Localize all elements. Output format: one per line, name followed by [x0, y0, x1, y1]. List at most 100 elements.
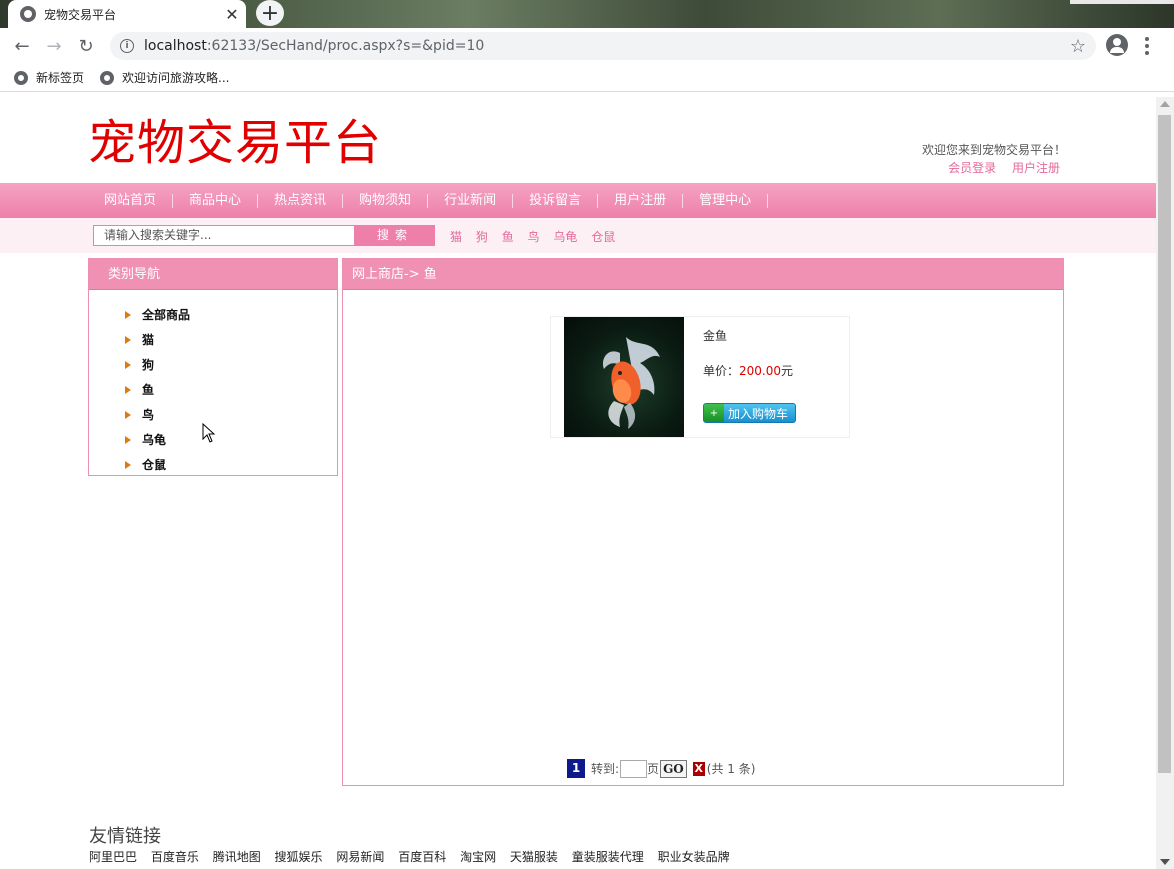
shop-panel-title: 网上商店-> 鱼 — [343, 259, 1063, 290]
price-value: 200.00 — [739, 364, 782, 378]
arrow-right-icon — [125, 460, 131, 469]
friend-link[interactable]: 天猫服装 — [510, 850, 558, 864]
arrow-right-icon — [125, 385, 131, 394]
category-label: 猫 — [142, 333, 155, 347]
bookmark-label: 新标签页 — [36, 71, 85, 85]
add-to-cart-label: 加入购物车 — [728, 406, 789, 421]
url-host: localhost — [144, 38, 207, 54]
back-arrow-icon[interactable]: ← — [10, 34, 34, 58]
nav-item-products[interactable]: 商品中心 — [173, 193, 259, 208]
close-icon[interactable]: ✕ — [222, 4, 242, 24]
browser-toolbar: ← → ↻ i localhost :62133/SecHand/proc.as… — [0, 28, 1174, 64]
hotword-link[interactable]: 狗 — [476, 230, 488, 244]
category-item-cat[interactable]: 猫 — [125, 327, 337, 352]
hot-keywords: 猫 狗 鱼 鸟 乌龟 仓鼠 — [450, 228, 625, 245]
friend-link[interactable]: 阿里巴巴 — [89, 850, 137, 864]
nav-item-shopping-guide[interactable]: 购物须知 — [343, 193, 429, 208]
pager-current-page[interactable]: 1 — [567, 759, 585, 778]
category-label: 全部商品 — [142, 308, 191, 322]
new-tab-button[interactable]: + — [256, 0, 284, 26]
tab-title: 宠物交易平台 — [44, 7, 117, 22]
nav-item-admin[interactable]: 管理中心 — [683, 193, 769, 208]
hotword-link[interactable]: 鱼 — [502, 230, 514, 244]
pager-go-button[interactable]: GO — [660, 759, 687, 778]
more-menu-icon[interactable] — [1142, 36, 1152, 56]
category-item-hamster[interactable]: 仓鼠 — [125, 452, 337, 477]
arrow-right-icon — [125, 335, 131, 344]
pager-page-input[interactable] — [620, 759, 648, 778]
bookmarks-bar: 新标签页 欢迎访问旅游攻略... — [0, 64, 1174, 92]
search-input[interactable]: 请输入搜索关键字... — [93, 225, 355, 246]
browser-tab[interactable]: 宠物交易平台 ✕ — [8, 0, 246, 28]
hotword-link[interactable]: 猫 — [450, 230, 462, 244]
hotword-link[interactable]: 仓鼠 — [591, 230, 615, 244]
bookmark-label: 欢迎访问旅游攻略... — [122, 71, 230, 85]
account-icon[interactable] — [1106, 34, 1128, 56]
register-link[interactable]: 用户注册 — [1012, 161, 1060, 175]
pager-page-label: 页 — [647, 762, 660, 776]
nav-item-hot-news[interactable]: 热点资讯 — [258, 193, 344, 208]
pager: 1 转到: 页 GO X (共 1 条) — [567, 759, 755, 778]
arrow-right-icon — [125, 360, 131, 369]
search-button[interactable]: 搜索 — [355, 225, 435, 246]
globe-icon — [20, 6, 36, 22]
friend-link[interactable]: 职业女装品牌 — [658, 850, 730, 864]
site-logo: 宠物交易平台 — [88, 115, 383, 171]
category-item-dog[interactable]: 狗 — [125, 352, 337, 377]
category-list: 全部商品 猫 狗 鱼 鸟 乌龟 仓鼠 — [89, 290, 337, 477]
product-image[interactable] — [564, 317, 684, 437]
category-item-all[interactable]: 全部商品 — [125, 302, 337, 327]
arrow-right-icon — [125, 410, 131, 419]
star-icon[interactable]: ☆ — [1070, 36, 1086, 57]
window-controls-strip — [1070, 0, 1174, 4]
info-icon[interactable]: i — [120, 39, 134, 53]
price-label: 单价： — [703, 364, 740, 378]
category-label: 狗 — [142, 358, 155, 372]
friend-link[interactable]: 淘宝网 — [460, 850, 496, 864]
category-label: 鱼 — [142, 383, 155, 397]
product-name[interactable]: 金鱼 — [703, 327, 727, 344]
address-bar[interactable]: i localhost :62133/SecHand/proc.aspx?s=&… — [110, 32, 1096, 60]
friend-link[interactable]: 百度音乐 — [151, 850, 199, 864]
friend-link[interactable]: 腾讯地图 — [213, 850, 261, 864]
main-nav: 网站首页 商品中心 热点资讯 购物须知 行业新闻 投诉留言 用户注册 管理中心 — [0, 183, 1156, 218]
category-label: 仓鼠 — [142, 458, 167, 472]
nav-item-industry-news[interactable]: 行业新闻 — [428, 193, 514, 208]
friend-link[interactable]: 百度百科 — [398, 850, 446, 864]
friend-link[interactable]: 童装服装代理 — [572, 850, 644, 864]
hotword-link[interactable]: 鸟 — [528, 230, 540, 244]
friend-links-title: 友情链接 — [89, 826, 161, 847]
product-price: 单价：200.00元 — [703, 362, 793, 379]
nav-item-complaints[interactable]: 投诉留言 — [513, 193, 599, 208]
bookmark-item[interactable]: 新标签页 — [14, 69, 84, 86]
scroll-up-icon[interactable] — [1160, 101, 1170, 107]
scroll-down-icon[interactable] — [1160, 859, 1170, 865]
category-item-fish[interactable]: 鱼 — [125, 377, 337, 402]
add-to-cart-button[interactable]: + 加入购物车 — [703, 403, 796, 423]
category-item-bird[interactable]: 鸟 — [125, 402, 337, 427]
globe-icon — [14, 70, 28, 85]
welcome-text: 欢迎您来到宠物交易平台！ — [921, 143, 1066, 157]
close-icon[interactable]: X — [692, 761, 705, 776]
pager-total: (共 1 条) — [706, 762, 756, 776]
nav-item-home[interactable]: 网站首页 — [88, 193, 174, 208]
friend-link[interactable]: 网易新闻 — [336, 850, 384, 864]
friend-link[interactable]: 搜狐娱乐 — [275, 850, 323, 864]
login-link[interactable]: 会员登录 — [948, 161, 996, 175]
mouse-cursor-icon — [202, 423, 216, 443]
forward-arrow-icon[interactable]: → — [42, 34, 66, 58]
nav-item-register[interactable]: 用户注册 — [598, 193, 684, 208]
product-card: 金鱼 单价：200.00元 + 加入购物车 — [550, 316, 850, 438]
category-item-turtle[interactable]: 乌龟 — [125, 427, 337, 452]
hotword-link[interactable]: 乌龟 — [553, 230, 577, 244]
cart-icon: + — [704, 404, 724, 422]
bookmark-item[interactable]: 欢迎访问旅游攻略... — [100, 69, 229, 86]
scroll-thumb[interactable] — [1158, 115, 1171, 773]
pager-goto-label: 转到: — [591, 762, 620, 776]
friend-links: 阿里巴巴 百度音乐 腾讯地图 搜狐娱乐 网易新闻 百度百科 淘宝网 天猫服装 童… — [89, 848, 740, 865]
globe-icon — [100, 70, 115, 85]
page-scrollbar[interactable] — [1156, 97, 1174, 869]
category-panel: 类别导航 全部商品 猫 狗 鱼 鸟 乌龟 仓鼠 — [88, 258, 338, 476]
reload-icon[interactable]: ↻ — [74, 34, 98, 58]
goldfish-image — [602, 337, 660, 429]
